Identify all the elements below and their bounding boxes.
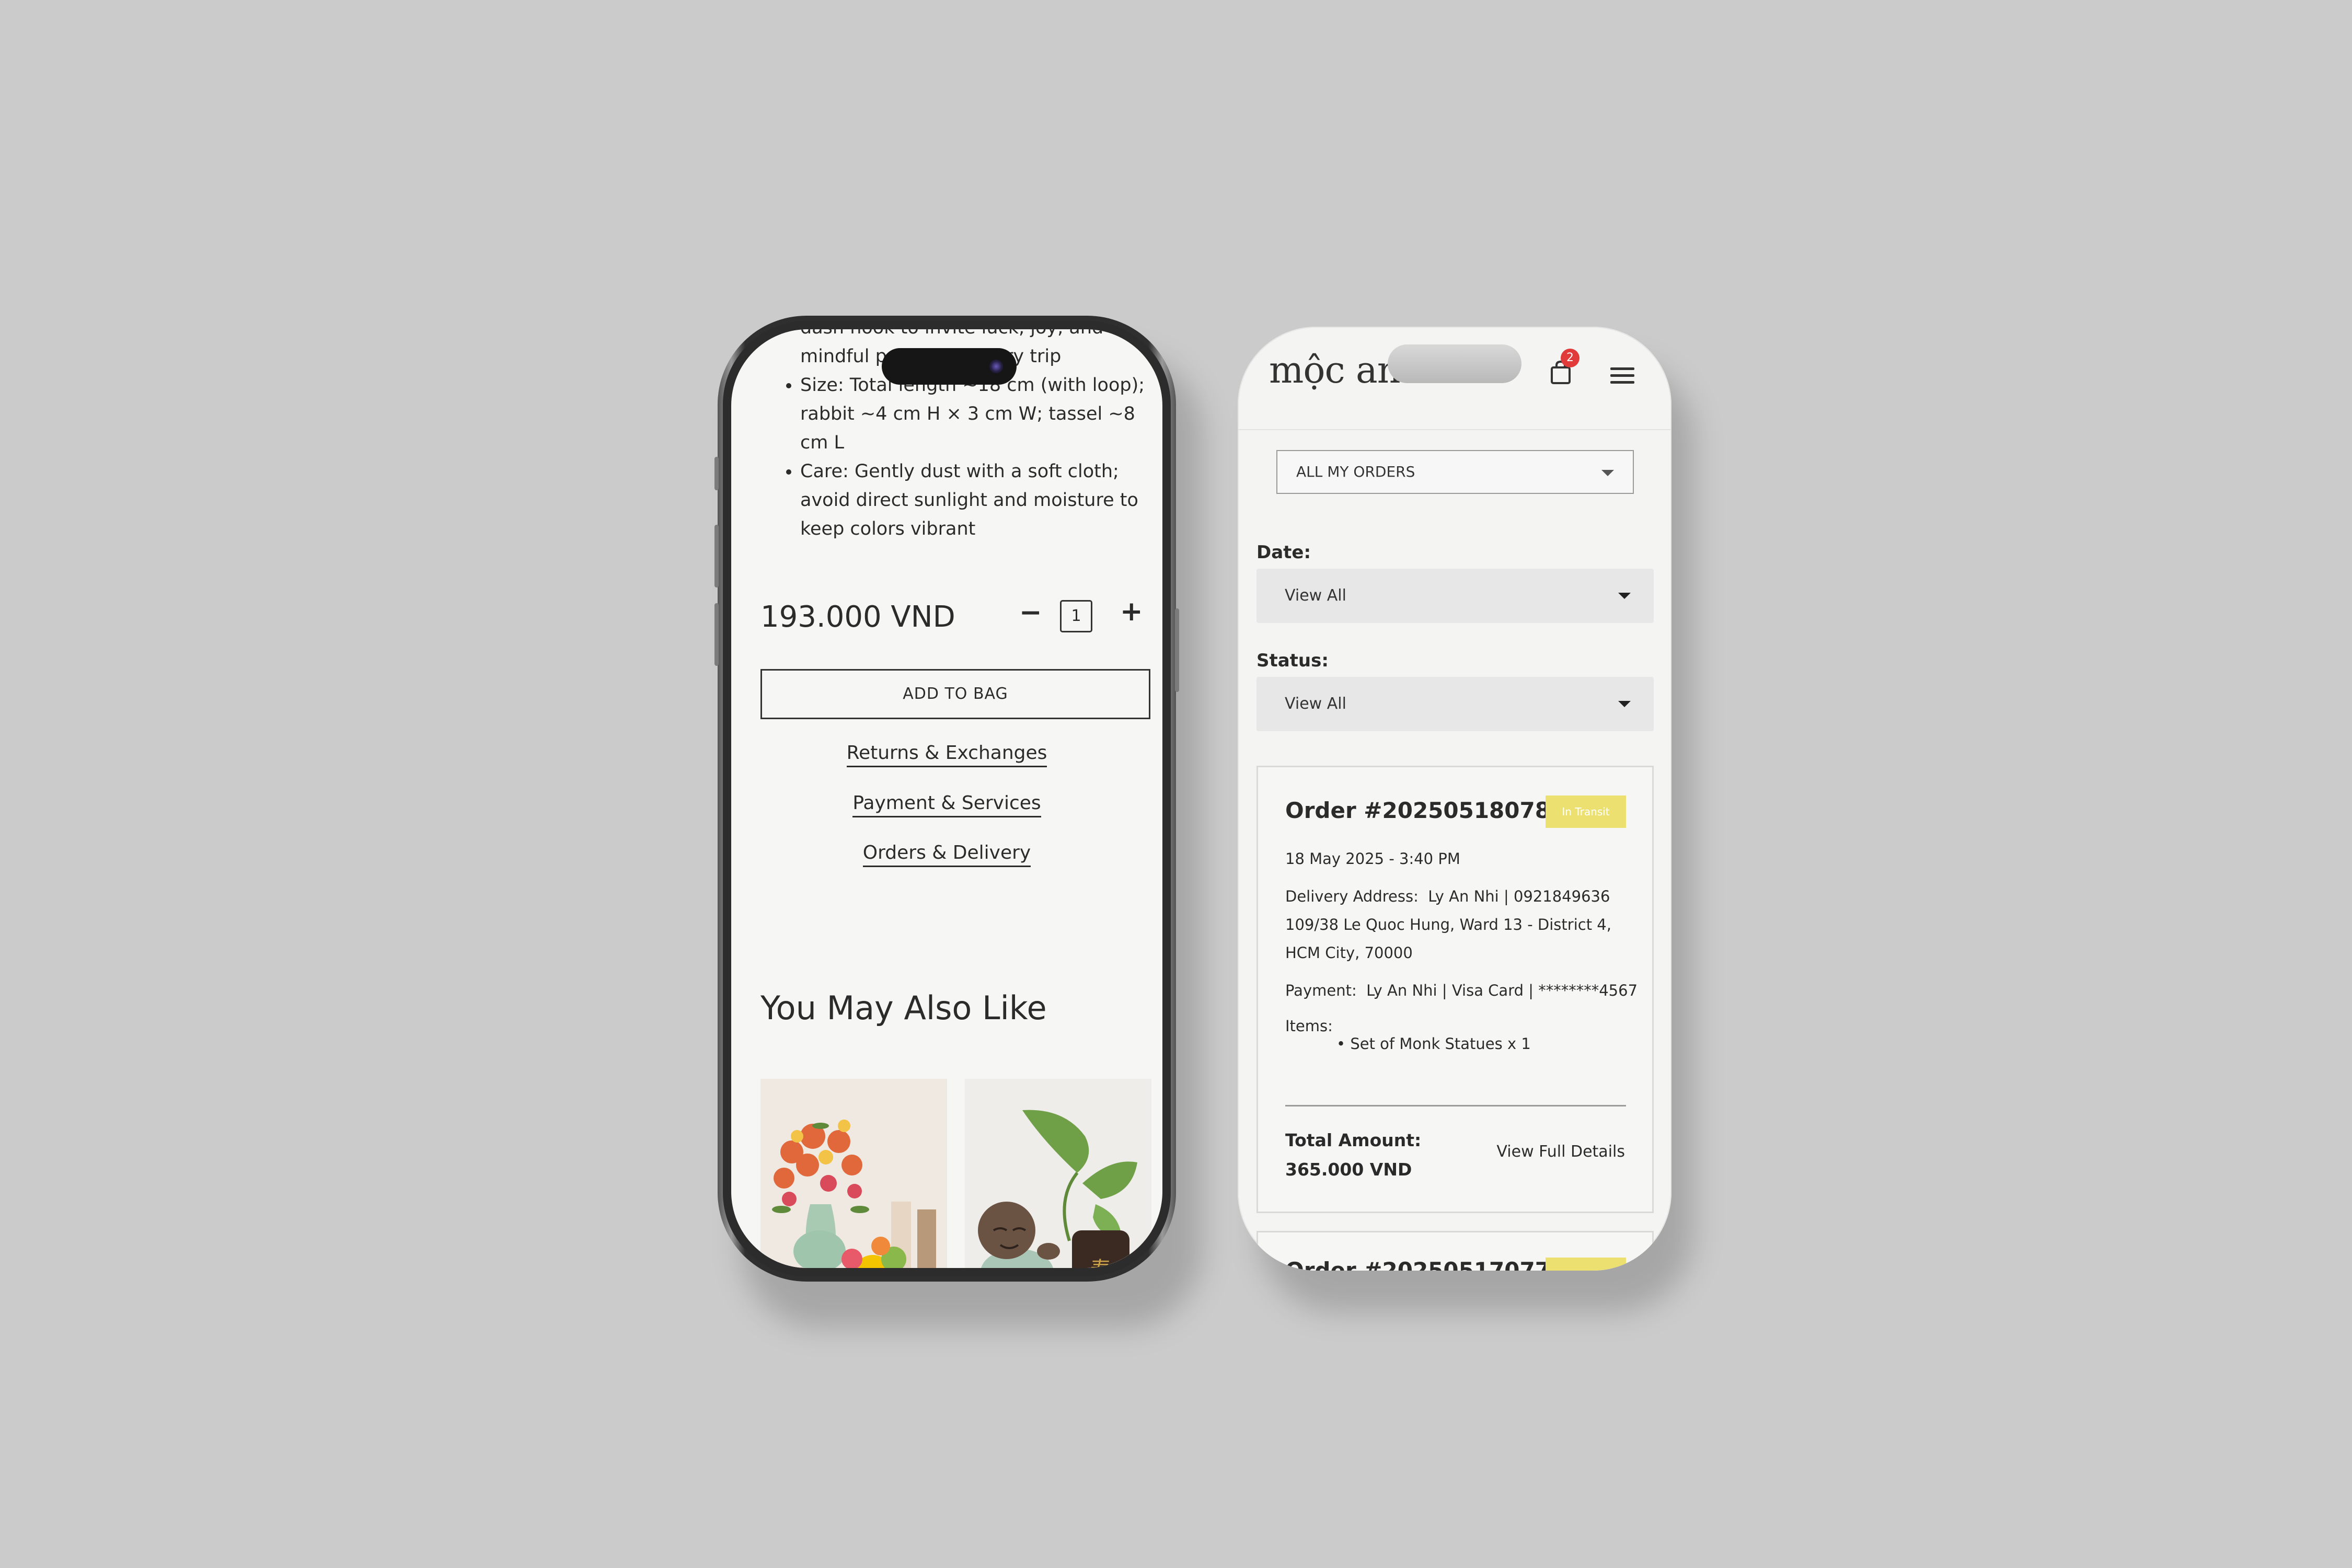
list-item: Care: Gently dust with a soft cloth; avo… (800, 457, 1158, 544)
divider (1285, 1105, 1626, 1106)
quantity-input[interactable]: 1 (1060, 600, 1092, 632)
link-label[interactable]: Returns & Exchanges (846, 742, 1047, 767)
select-value: View All (1285, 695, 1346, 713)
site-header: mộc an 2 (1238, 327, 1671, 430)
chevron-down-icon (1601, 470, 1614, 476)
product-screen: dash hook to invite luck, joy, and mindf… (731, 329, 1162, 1268)
delivery-line: Ly An Nhi | 0921849636 (1428, 887, 1610, 905)
phone-product-detail: dash hook to invite luck, joy, and mindf… (714, 316, 1179, 1282)
cart-count-badge: 2 (1561, 349, 1579, 367)
order-number: Order #20250517077 (1285, 1258, 1550, 1271)
phone-orders: mộc an 2 ALL MY ORDERS Date: View All St… (1238, 327, 1671, 1271)
link-label[interactable]: Payment & Services (852, 792, 1041, 817)
returns-link[interactable]: Returns & Exchanges (731, 742, 1162, 767)
items-label: Items: (1285, 1017, 1333, 1035)
date-select[interactable]: View All (1256, 569, 1654, 623)
date-label: Date: (1256, 542, 1311, 563)
description-list: Size: Total length ~18 cm (with loop); r… (760, 371, 1158, 544)
total-label: Total Amount: (1285, 1130, 1422, 1150)
payment-link[interactable]: Payment & Services (731, 792, 1162, 817)
orders-link[interactable]: Orders & Delivery (731, 842, 1162, 867)
delivery-line: HCM City, 70000 (1285, 944, 1413, 962)
delivery-address: Delivery Address: Ly An Nhi | 0921849636… (1285, 882, 1611, 967)
total-amount: Total Amount: 365.000 VND (1285, 1126, 1421, 1184)
quantity-increase-button[interactable]: + (1120, 596, 1143, 627)
delivery-line: 109/38 Le Quoc Hung, Ward 13 - District … (1285, 916, 1611, 933)
dynamic-island (1388, 344, 1521, 383)
order-card: Order #20250517077 (1256, 1231, 1654, 1271)
quantity-decrease-button[interactable]: − (1019, 597, 1042, 628)
filter-label: ALL MY ORDERS (1296, 463, 1415, 480)
payment-value: Ly An Nhi | Visa Card | ********4567 (1366, 982, 1638, 999)
view-full-details-link[interactable]: View Full Details (1496, 1143, 1625, 1161)
status-badge (1546, 1258, 1626, 1271)
flower-arrangement-image (760, 1079, 947, 1268)
side-button (714, 457, 719, 490)
order-card: Order #20250518078 In Transit 18 May 202… (1256, 766, 1654, 1213)
status-select[interactable]: View All (1256, 677, 1654, 731)
order-filter-select[interactable]: ALL MY ORDERS (1276, 450, 1634, 494)
price-row: 193.000 VND − 1 + (760, 596, 1158, 638)
phone-bezel: dash hook to invite luck, joy, and mindf… (723, 321, 1171, 1276)
product-price: 193.000 VND (760, 600, 955, 634)
payment-label: Payment: (1285, 982, 1357, 999)
payment-info: Payment: Ly An Nhi | Visa Card | *******… (1285, 976, 1638, 1005)
list-item: • Set of Monk Statues x 1 (1336, 1035, 1531, 1053)
order-datetime: 18 May 2025 - 3:40 PM (1285, 850, 1460, 868)
link-label[interactable]: Orders & Delivery (862, 842, 1031, 867)
item-text: Set of Monk Statues x 1 (1350, 1035, 1531, 1053)
svg-text:寿: 寿 (1090, 1258, 1111, 1268)
also-like-title: You May Also Like (760, 989, 1047, 1027)
fragment-text: mindful p (800, 346, 887, 367)
brand-logo[interactable]: mộc an (1269, 349, 1401, 391)
order-number: Order #20250518078 (1285, 798, 1550, 823)
dynamic-island (882, 348, 1017, 385)
caret-down-icon (1618, 593, 1631, 599)
side-button (1175, 608, 1179, 692)
select-value: View All (1285, 586, 1346, 605)
caret-down-icon (1618, 701, 1631, 707)
total-value: 365.000 VND (1285, 1159, 1412, 1180)
product-card-image[interactable]: 寿 (965, 1079, 1151, 1268)
delivery-label: Delivery Address: (1285, 887, 1419, 905)
hamburger-menu-icon[interactable] (1610, 367, 1634, 386)
side-button (714, 525, 719, 587)
description-fragment: dash hook to invite luck, joy, and (760, 329, 1158, 342)
camera-icon (989, 360, 1003, 373)
add-to-bag-button[interactable]: ADD TO BAG (760, 669, 1150, 719)
side-button (714, 603, 719, 666)
product-card-image[interactable] (760, 1079, 947, 1268)
status-label: Status: (1256, 650, 1329, 671)
monk-plant-image: 寿 (965, 1079, 1151, 1268)
status-badge: In Transit (1546, 795, 1626, 828)
